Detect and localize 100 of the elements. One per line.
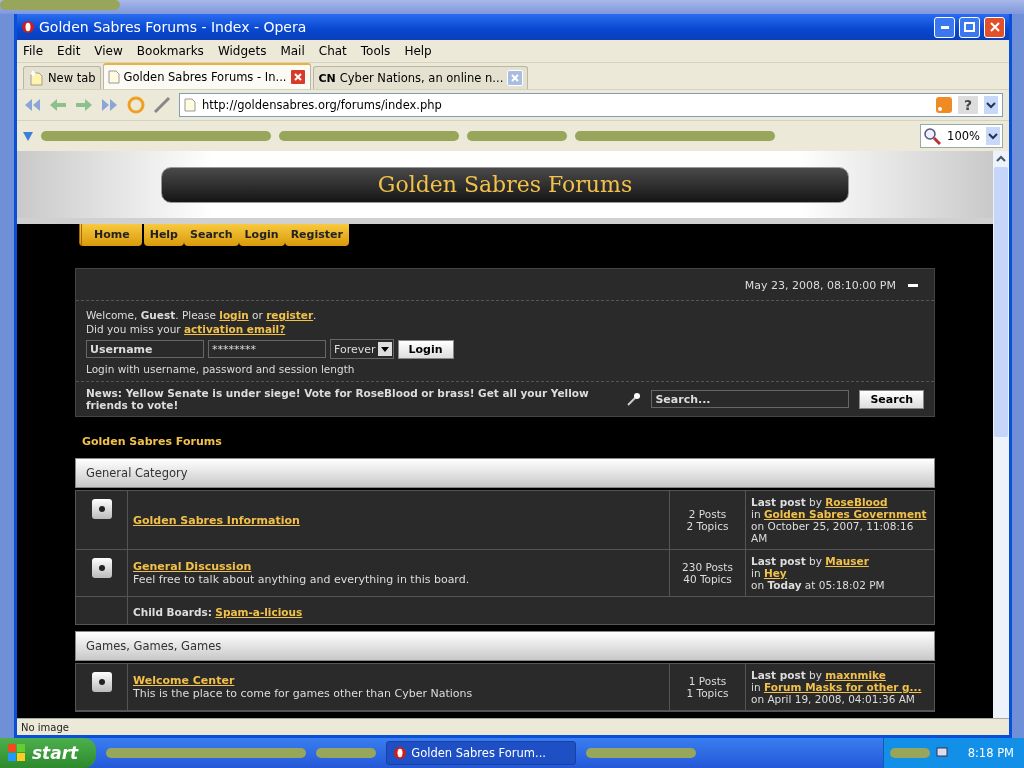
search-button[interactable]: Search bbox=[859, 389, 924, 409]
browser-logo-icon bbox=[393, 746, 408, 760]
news-text: News: Yellow Senate is under siege! Vote for RoseBlood or brass! Get all your Yellow friends to vote! bbox=[86, 387, 590, 411]
maximize-button[interactable] bbox=[959, 16, 980, 38]
forward-arrow-icon[interactable] bbox=[75, 98, 93, 112]
browser-tab[interactable]: New tab bbox=[23, 66, 101, 89]
topic-link[interactable]: Golden Sabres Government bbox=[763, 508, 927, 520]
browser-tab[interactable]: CN Cyber Nations, an online n... bbox=[313, 66, 529, 89]
text-link[interactable]: login bbox=[219, 309, 249, 321]
topic-link[interactable]: Forum Masks for other g... bbox=[763, 681, 922, 693]
board-icon bbox=[91, 672, 112, 692]
scribble-mark bbox=[889, 748, 930, 758]
dropdown-icon[interactable] bbox=[986, 127, 1000, 145]
welcome-text: Welcome, Guest. Please login or register. bbox=[86, 309, 318, 321]
user-link[interactable]: maxnmike bbox=[825, 669, 886, 681]
session-length-select[interactable]: Forever bbox=[330, 339, 394, 359]
back-arrow-icon[interactable] bbox=[49, 98, 67, 112]
menu-item[interactable]: File bbox=[23, 44, 44, 58]
text-link[interactable]: register bbox=[266, 309, 314, 321]
nav-tab[interactable]: Login bbox=[238, 224, 285, 246]
last-post-topic: in Hey bbox=[751, 567, 788, 579]
site-title: Golden Sabres Forums bbox=[161, 166, 849, 203]
board-icon bbox=[91, 499, 112, 519]
zoom-control[interactable]: 100% bbox=[920, 124, 1003, 148]
last-post-date: on April 19, 2008, 04:01:36 AM bbox=[751, 693, 916, 705]
rss-icon[interactable] bbox=[936, 97, 952, 113]
last-post-date: on October 25, 2007, 11:08:16 AM bbox=[751, 520, 915, 544]
text-link[interactable]: activation email? bbox=[184, 323, 286, 335]
fast-forward-icon[interactable] bbox=[101, 98, 119, 112]
topic-count: 1 Topics bbox=[686, 687, 729, 699]
post-count: 2 Posts bbox=[688, 508, 727, 520]
browser-tab[interactable]: Golden Sabres Forums - In... bbox=[102, 63, 312, 89]
scrollbar[interactable] bbox=[993, 151, 1009, 718]
close-button[interactable] bbox=[984, 16, 1005, 38]
close-tab-button[interactable] bbox=[507, 70, 524, 86]
nav-tab[interactable]: Register bbox=[284, 224, 349, 246]
windows-logo-icon bbox=[8, 744, 26, 762]
zoom-icon bbox=[923, 127, 942, 145]
dropdown-icon bbox=[377, 342, 392, 356]
post-count: 1 Posts bbox=[688, 675, 727, 687]
post-count: 230 Posts bbox=[682, 561, 733, 573]
menu-item[interactable]: Tools bbox=[360, 44, 391, 58]
menu-item[interactable]: View bbox=[94, 44, 123, 58]
login-button[interactable]: Login bbox=[397, 339, 454, 359]
login-hint: Login with username, password and session length bbox=[86, 363, 356, 375]
minimize-icon bbox=[940, 25, 949, 29]
pen-icon[interactable] bbox=[153, 96, 171, 114]
username-field[interactable]: Username bbox=[86, 340, 204, 358]
topic-link[interactable]: Hey bbox=[763, 567, 787, 579]
maximize-icon bbox=[964, 22, 975, 32]
last-post-author: Last post by Mauser bbox=[751, 555, 870, 567]
last-post-author: Last post by maxnmike bbox=[751, 669, 887, 681]
board-link[interactable]: General Discussion bbox=[133, 560, 252, 573]
menu-item[interactable]: Help bbox=[404, 44, 432, 58]
topic-count: 2 Topics bbox=[686, 520, 729, 532]
board-link[interactable]: Golden Sabres Information bbox=[133, 513, 300, 527]
help-button[interactable]: ? bbox=[958, 96, 978, 114]
page-icon bbox=[184, 98, 196, 112]
browser-logo-icon bbox=[21, 20, 35, 34]
board-index-link[interactable]: Golden Sabres Forums bbox=[82, 435, 935, 448]
user-link[interactable]: RoseBlood bbox=[825, 496, 888, 508]
nav-tab[interactable]: Search bbox=[184, 224, 239, 246]
menu-item[interactable]: Bookmarks bbox=[136, 44, 204, 58]
rewind-icon[interactable] bbox=[23, 98, 41, 112]
site-logo: CN bbox=[318, 71, 336, 85]
user-link[interactable]: Mauser bbox=[825, 555, 869, 567]
triangle-icon[interactable] bbox=[23, 131, 33, 141]
dropdown-icon[interactable] bbox=[984, 96, 998, 114]
magic-wand-icon bbox=[627, 392, 642, 406]
close-tab-button[interactable] bbox=[290, 69, 307, 85]
menu-item[interactable]: Widgets bbox=[217, 44, 267, 58]
board-link[interactable]: Welcome Center bbox=[133, 674, 235, 687]
topic-count: 40 Topics bbox=[683, 573, 732, 585]
menu-item[interactable]: Chat bbox=[318, 44, 347, 58]
child-board-link[interactable]: Spam-a-licious bbox=[215, 606, 303, 618]
board-icon bbox=[91, 558, 112, 578]
status-text: No image bbox=[21, 721, 69, 733]
page-icon bbox=[107, 70, 120, 84]
activation-text: Did you miss your activation email? bbox=[86, 323, 287, 335]
window-title: Golden Sabres Forums - Index - Opera bbox=[39, 19, 308, 35]
reload-icon[interactable] bbox=[127, 96, 145, 114]
new-tab-icon bbox=[28, 70, 44, 86]
nav-tab[interactable]: Home bbox=[79, 224, 142, 246]
child-boards-text: Child Boards: Spam-a-licious bbox=[133, 606, 303, 618]
category-header: General Category bbox=[75, 458, 935, 488]
password-field[interactable]: ******** bbox=[208, 340, 326, 358]
date-text: May 23, 2008, 08:10:00 PM bbox=[744, 279, 896, 292]
search-field[interactable]: Search... bbox=[651, 390, 850, 408]
menu-item[interactable]: Mail bbox=[280, 44, 305, 58]
scribble-mark bbox=[316, 748, 377, 758]
last-post-topic: in Forum Masks for other g... bbox=[751, 681, 923, 693]
close-icon bbox=[294, 73, 303, 81]
clock: 8:18 PM bbox=[967, 746, 1014, 760]
taskbar-button[interactable]: Golden Sabres Forum... bbox=[386, 741, 577, 765]
address-field[interactable]: http://goldensabres.org/forums/index.php ? bbox=[179, 93, 1003, 117]
nav-tab[interactable]: Help bbox=[143, 224, 184, 246]
close-icon bbox=[511, 74, 520, 82]
board-description: This is the place to come for games other than Cyber Nations bbox=[133, 687, 473, 700]
minimize-button[interactable] bbox=[934, 16, 955, 38]
menu-item[interactable]: Edit bbox=[57, 44, 81, 58]
